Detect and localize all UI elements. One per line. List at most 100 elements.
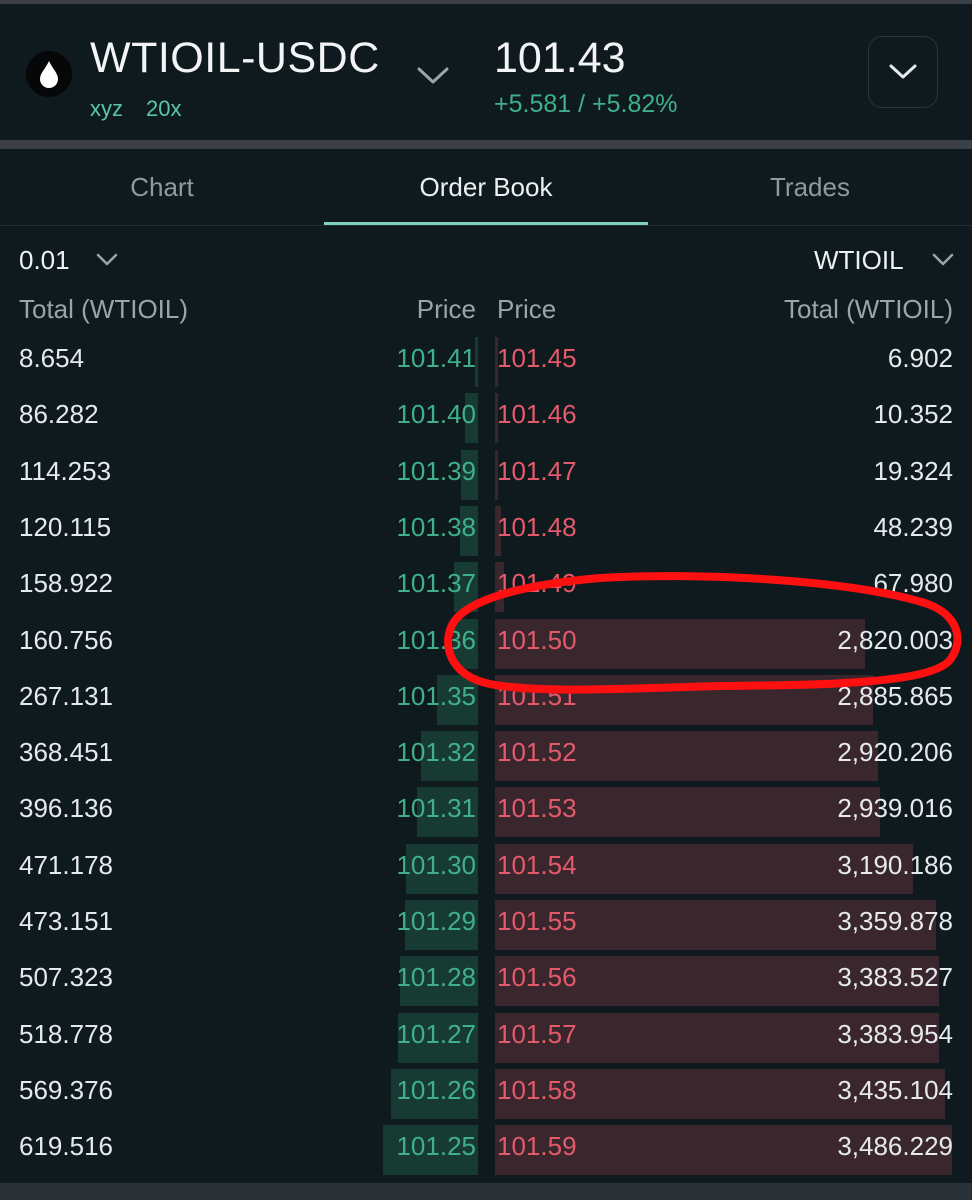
order-book-row[interactable]: 569.376 101.26 101.58 3,435.104 [0,1063,972,1119]
bid-total-header: Total (WTIOIL) [19,294,189,324]
bid-price-header: Price [416,294,476,324]
ask-total-cell: 2,820.003 [837,624,953,655]
market-pair-title[interactable]: WTIOIL-USDC [90,34,380,83]
bid-price-cell: 101.39 [396,455,476,486]
ask-price-cell: 101.48 [497,511,577,542]
order-book-panel: Chart Order Book Trades 0.01 WTIOIL Tota… [0,149,972,1183]
bid-total-cell: 120.115 [19,511,112,542]
bid-total-cell: 473.151 [19,906,113,936]
market-header: WTIOIL-USDC xyz 20x 101.43 +5.581 / +5.8… [0,4,972,140]
bid-price-cell: 101.29 [396,906,476,936]
ask-price-cell: 101.57 [497,1018,577,1049]
bid-total-cell: 158.922 [19,568,113,599]
ask-price-cell: 101.46 [497,399,577,430]
ask-total-header: Total (WTIOIL) [783,294,953,324]
order-book-row[interactable]: 471.178 101.30 101.54 3,190.186 [0,838,972,894]
ask-total-cell: 3,435.104 [837,1074,953,1105]
bid-total-cell: 368.451 [19,737,113,768]
ask-total-cell: 3,486.229 [837,1131,953,1162]
bid-total-cell: 471.178 [19,849,113,880]
bid-total-cell: 396.136 [19,793,113,824]
bid-price-cell: 101.32 [396,737,476,768]
order-book-row[interactable]: 114.253 101.39 101.47 19.324 [0,444,972,500]
ask-price-cell: 101.49 [497,568,577,599]
ask-total-cell: 10.352 [873,399,953,430]
ask-total-cell: 2,885.865 [837,680,953,711]
ask-price-cell: 101.50 [497,624,577,655]
order-book-row[interactable]: 86.282 101.40 101.46 10.352 [0,387,972,444]
bid-total-cell: 518.778 [19,1018,113,1049]
order-book-row[interactable]: 507.323 101.28 101.56 3,383.527 [0,950,972,1007]
tab-bar: Chart Order Book Trades [0,149,972,226]
bid-price-cell: 101.30 [396,849,476,880]
ask-price-cell: 101.58 [497,1074,577,1105]
bid-price-cell: 101.26 [396,1074,476,1105]
ask-price-cell: 101.52 [497,737,577,768]
bid-total-cell: 569.376 [19,1074,113,1105]
order-book-row[interactable]: 158.922 101.37 101.49 67.980 [0,556,972,613]
bid-total-cell: 160.756 [19,624,113,655]
bid-price-cell: 101.37 [396,568,476,599]
ask-price-cell: 101.51 [497,680,577,711]
bid-price-cell: 101.25 [396,1131,476,1162]
tab-chart[interactable]: Chart [0,149,324,225]
ask-price-cell: 101.45 [497,343,577,373]
price-change: +5.581 / +5.82% [494,90,678,118]
ask-price-header: Price [497,294,557,324]
ask-price-cell: 101.47 [497,455,577,486]
ask-price-cell: 101.53 [497,793,577,824]
order-book-row[interactable]: 473.151 101.29 101.55 3,359.878 [0,894,972,950]
chevron-down-icon[interactable] [96,253,118,272]
ask-total-cell: 3,190.186 [837,849,953,880]
bid-price-cell: 101.38 [396,511,476,542]
tab-order-book[interactable]: Order Book [324,149,648,225]
bid-total-cell: 619.516 [19,1131,113,1162]
order-book-row[interactable]: 160.756 101.36 101.50 2,820.003 [0,613,972,669]
bid-price-cell: 101.31 [396,793,476,824]
ask-total-cell: 2,920.206 [837,737,953,768]
bid-price-cell: 101.28 [396,962,476,993]
bid-price-cell: 101.36 [396,624,476,655]
bid-total-cell: 114.253 [19,455,112,486]
last-price: 101.43 [494,34,626,82]
bid-price-cell: 101.35 [396,680,476,711]
ask-price-cell: 101.59 [497,1131,577,1162]
bid-total-cell: 267.131 [19,680,113,711]
ask-price-cell: 101.55 [497,906,577,936]
order-book-row[interactable]: 518.778 101.27 101.57 3,383.954 [0,1007,972,1063]
expand-market-button[interactable] [868,36,938,108]
active-tab-indicator [324,222,648,225]
bottom-divider [0,1183,972,1200]
order-book-row[interactable]: 619.516 101.25 101.59 3,486.229 [0,1119,972,1176]
ask-total-cell: 3,359.878 [837,906,953,936]
ask-total-cell: 19.324 [873,455,953,486]
bid-price-cell: 101.40 [396,399,476,430]
order-book-row[interactable]: 120.115 101.38 101.48 48.239 [0,500,972,556]
ask-total-cell: 6.902 [887,343,953,373]
ask-total-cell: 2,939.016 [837,793,953,824]
dex-label: xyz [90,96,123,121]
order-book-row[interactable]: 396.136 101.31 101.53 2,939.016 [0,781,972,838]
order-book-row[interactable]: 368.451 101.32 101.52 2,920.206 [0,725,972,782]
order-book-row[interactable]: 8.654 101.41 101.45 6.902 [0,331,972,387]
ask-price-cell: 101.56 [497,962,577,993]
ask-total-cell: 48.239 [873,511,953,542]
chevron-down-icon [889,64,917,79]
chevron-down-icon[interactable] [932,253,954,272]
leverage-label: 20x [146,96,182,121]
bid-total-cell: 507.323 [19,962,113,993]
tick-size-select[interactable]: 0.01 [19,245,70,276]
order-book-row[interactable]: 267.131 101.35 101.51 2,885.865 [0,669,972,725]
bid-total-cell: 86.282 [19,399,99,430]
bid-price-cell: 101.41 [396,343,476,373]
chevron-down-icon[interactable] [416,66,450,91]
ask-price-cell: 101.54 [497,849,577,880]
ask-total-cell: 3,383.954 [837,1018,953,1049]
ask-total-cell: 67.980 [873,568,953,599]
unit-select[interactable]: WTIOIL [814,245,904,276]
tab-trades[interactable]: Trades [648,149,972,225]
bid-price-cell: 101.27 [396,1018,476,1049]
bid-total-cell: 8.654 [19,343,85,373]
ask-total-cell: 3,383.527 [837,962,953,993]
oil-drop-icon [26,51,72,97]
